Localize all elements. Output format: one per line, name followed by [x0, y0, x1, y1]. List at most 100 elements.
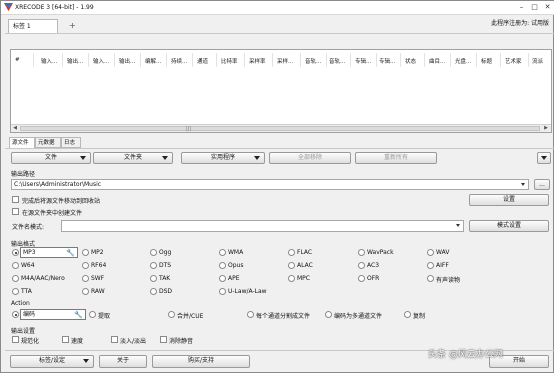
tab-queue-1[interactable]: 标签 1 — [8, 19, 58, 33]
more-options-button[interactable] — [537, 152, 551, 164]
minimize-button[interactable]: – — [517, 3, 526, 12]
action-encode-box[interactable]: 编码 🔧 — [20, 309, 86, 320]
add-file-button[interactable]: 文件 — [11, 152, 91, 164]
format-radio-ac3[interactable] — [358, 262, 365, 269]
output-path-value: C:\Users\Administrator\Music — [14, 181, 102, 188]
format-radio-ulaw[interactable] — [219, 288, 226, 295]
output-settings-button[interactable]: 设置 — [469, 194, 549, 206]
col-header[interactable]: 专辑... — [355, 57, 371, 65]
format-radio-raw[interactable] — [82, 288, 89, 295]
col-sep — [140, 53, 141, 67]
horizontal-scrollbar[interactable]: ◀ ||| ▶ — [11, 124, 551, 132]
format-radio-mpc[interactable] — [288, 275, 295, 282]
action-radio-merge[interactable] — [168, 311, 175, 318]
wrench-icon[interactable]: 🔧 — [74, 311, 83, 319]
col-header[interactable]: 通道 — [197, 57, 208, 65]
action-radio-extract[interactable] — [89, 311, 96, 318]
col-header[interactable]: # — [15, 57, 20, 63]
col-header[interactable]: 曲目... — [429, 57, 445, 65]
action-radio-split-channels[interactable] — [247, 311, 254, 318]
col-header[interactable]: 采样率 — [249, 57, 266, 65]
wrench-icon[interactable]: 🔧 — [66, 249, 75, 257]
format-radio-dsd[interactable] — [150, 288, 157, 295]
format-radio-alac[interactable] — [288, 262, 295, 269]
format-radio-opus[interactable] — [219, 262, 226, 269]
format-radio-ofr[interactable] — [358, 275, 365, 282]
app-window: XRECODE 3 [64-bit] - 1.99 – □ ✕ 此程序注册为: … — [0, 0, 554, 373]
col-header[interactable]: 艺术家 — [505, 57, 522, 65]
col-header[interactable]: 光盘... — [455, 57, 471, 65]
scroll-thumb[interactable]: ||| — [20, 126, 540, 132]
tab-metadata[interactable]: 元数据 — [35, 137, 61, 148]
tab-log[interactable]: 日志 — [61, 137, 81, 148]
browse-button[interactable]: ... — [534, 179, 550, 190]
col-sep — [326, 53, 327, 67]
buy-support-button[interactable]: 购买/支持 — [152, 355, 250, 368]
format-label: MP3 — [23, 249, 36, 256]
col-header[interactable]: 输出... — [67, 57, 83, 65]
action-label-item: 每个通道分割成文件 — [256, 313, 311, 320]
col-header[interactable]: 比特率 — [221, 57, 238, 65]
col-header[interactable]: 状态 — [405, 57, 416, 65]
action-radio-copy[interactable] — [404, 311, 411, 318]
format-radio-tak[interactable] — [150, 275, 157, 282]
scroll-right-icon[interactable]: ▶ — [542, 125, 550, 132]
remove-silence-checkbox[interactable] — [160, 336, 167, 343]
col-header[interactable]: 专辑... — [379, 57, 395, 65]
tab-source-files[interactable]: 源文件 — [9, 137, 35, 148]
format-radio-dts[interactable] — [150, 262, 157, 269]
col-header[interactable]: 输出... — [119, 57, 135, 65]
mode-settings-button[interactable]: 模式设置 — [469, 220, 549, 232]
file-list[interactable]: # 输入... 输出... 输入... 输出... 编解... 持续... 通道… — [10, 49, 552, 133]
col-header[interactable]: 持续... — [171, 57, 187, 65]
create-in-folder-checkbox[interactable] — [12, 208, 19, 215]
output-settings-section-label: 输出设置 — [11, 328, 36, 335]
add-tab-button[interactable]: + — [69, 21, 77, 31]
format-radio-w64[interactable] — [12, 262, 19, 269]
format-radio-wma[interactable] — [219, 249, 226, 256]
chevron-down-icon — [456, 224, 460, 227]
format-radio-ape[interactable] — [219, 275, 226, 282]
reset-all-button[interactable]: 重新所有 — [355, 152, 437, 164]
format-radio-mp2[interactable] — [82, 249, 89, 256]
normalize-checkbox[interactable] — [12, 336, 19, 343]
output-path-input[interactable]: C:\Users\Administrator\Music — [11, 179, 529, 190]
format-radio-audiobook[interactable] — [427, 275, 434, 282]
move-to-recycle-checkbox[interactable] — [12, 196, 19, 203]
col-header[interactable]: 输入... — [41, 57, 57, 65]
format-radio-flac[interactable] — [288, 249, 295, 256]
remove-all-button[interactable]: 全部移除 — [269, 152, 351, 164]
format-radio-ogg[interactable] — [150, 249, 157, 256]
fade-checkbox[interactable] — [111, 336, 118, 343]
col-header[interactable]: 音轨... — [305, 57, 321, 65]
col-header[interactable]: 输入... — [93, 57, 109, 65]
about-button[interactable]: 关于 — [99, 355, 147, 368]
action-radio-multichannel[interactable] — [325, 311, 332, 318]
maximize-button[interactable]: □ — [530, 3, 539, 12]
format-radio-wavpack[interactable] — [358, 249, 365, 256]
format-radio-swf[interactable] — [82, 275, 89, 282]
col-header[interactable]: 音轨... — [329, 57, 345, 65]
speed-label: 速度 — [71, 338, 84, 345]
filename-mode-select[interactable] — [61, 220, 464, 232]
add-folder-button[interactable]: 文件夹 — [93, 152, 173, 164]
col-header[interactable]: 流派 — [532, 57, 543, 65]
scroll-left-icon[interactable]: ◀ — [11, 125, 19, 132]
col-header[interactable]: 采样... — [277, 57, 293, 65]
tab-source-files-label: 源文件 — [12, 140, 29, 146]
action-radio-encode[interactable] — [12, 311, 19, 318]
format-radio-mp3[interactable] — [12, 249, 19, 256]
format-radio-wav[interactable] — [427, 249, 434, 256]
utilities-button[interactable]: 实用程序 — [181, 152, 265, 164]
format-radio-aiff[interactable] — [427, 262, 434, 269]
col-header[interactable]: 标题 — [481, 57, 492, 65]
format-mp3-box[interactable]: MP3 🔧 — [20, 247, 78, 258]
tags-settings-button[interactable]: 标签/设定 — [10, 355, 94, 368]
col-header[interactable]: 编解... — [145, 57, 161, 65]
close-button[interactable]: ✕ — [543, 3, 552, 12]
format-radio-m4a[interactable] — [12, 275, 19, 282]
format-radio-rf64[interactable] — [82, 262, 89, 269]
format-label: TAK — [159, 275, 171, 282]
speed-checkbox[interactable] — [62, 336, 69, 343]
format-radio-tta[interactable] — [12, 288, 19, 295]
